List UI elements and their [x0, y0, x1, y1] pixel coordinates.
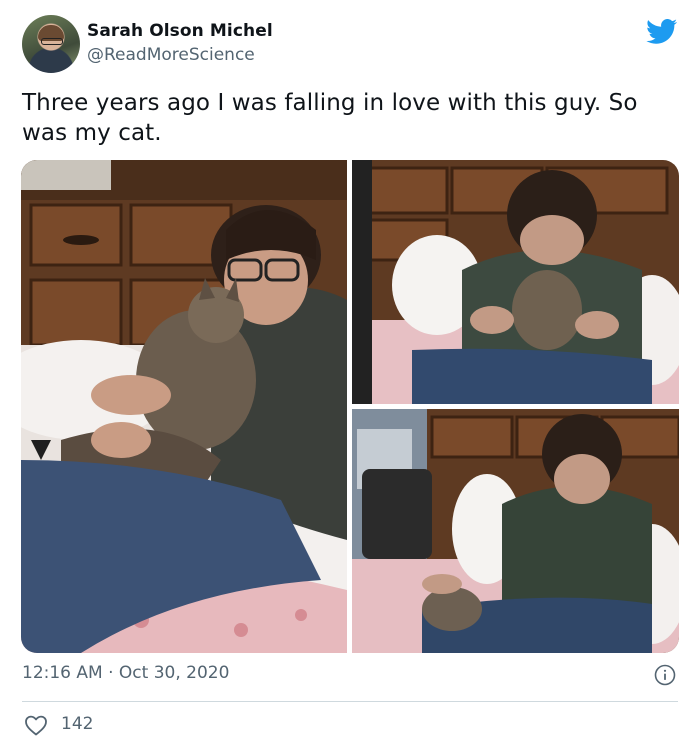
- tweet-media-grid[interactable]: [21, 160, 679, 653]
- author-handle[interactable]: @ReadMoreScience: [87, 45, 255, 65]
- photo-man-petting-cat[interactable]: [352, 409, 679, 653]
- like-count: 142: [61, 714, 94, 734]
- heart-icon[interactable]: [24, 714, 48, 736]
- twitter-bird-icon[interactable]: [646, 19, 678, 45]
- author-display-name[interactable]: Sarah Olson Michel: [87, 21, 273, 41]
- photo-man-holding-cat[interactable]: [21, 160, 347, 653]
- tweet-timestamp[interactable]: 12:16 AM · Oct 30, 2020: [22, 663, 229, 683]
- tweet-text: Three years ago I was falling in love wi…: [22, 90, 638, 146]
- info-icon[interactable]: [654, 664, 676, 686]
- divider: [22, 701, 678, 702]
- author-avatar[interactable]: [22, 15, 80, 73]
- photo-man-hugging-cat[interactable]: [352, 160, 679, 404]
